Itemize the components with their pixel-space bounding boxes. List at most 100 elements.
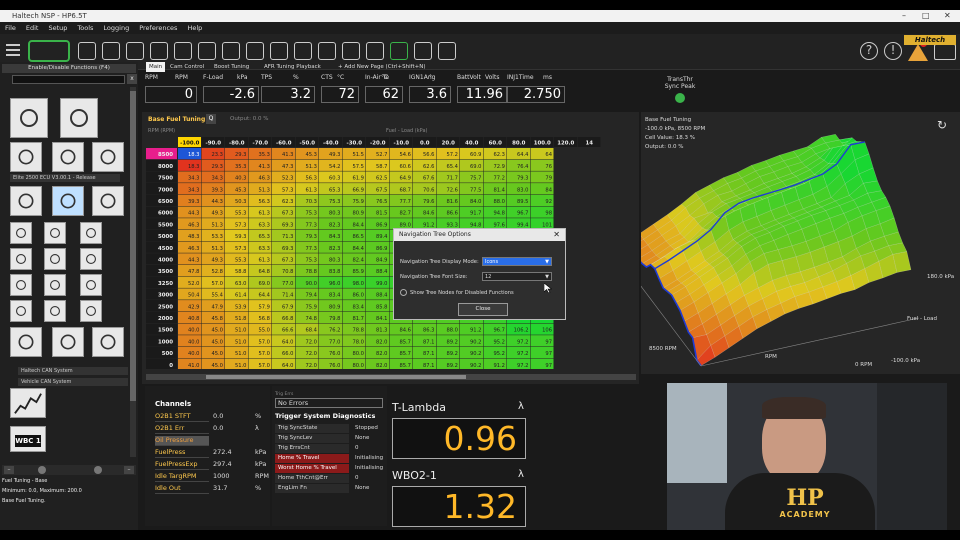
table-cell[interactable]: 76 — [530, 159, 554, 171]
table-cell[interactable]: 106 — [530, 323, 554, 335]
table-cell[interactable]: 40.8 — [178, 311, 201, 323]
table-cell[interactable]: 91.2 — [483, 358, 507, 369]
table-cell[interactable]: 70.6 — [413, 183, 436, 195]
table-cell[interactable]: 64.4 — [507, 148, 530, 160]
star-icon[interactable] — [60, 98, 98, 138]
table-cell[interactable]: 90.2 — [460, 335, 483, 347]
table-cell[interactable]: 76.0 — [319, 346, 342, 359]
table-cell[interactable]: 51.5 — [342, 148, 366, 160]
check-gear-icon[interactable] — [10, 274, 32, 296]
table-cell[interactable]: 35.3 — [248, 148, 272, 160]
table-cell[interactable]: 69.3 — [272, 218, 295, 230]
table-cell[interactable]: 63.3 — [248, 241, 272, 253]
table-cell[interactable]: 57.9 — [248, 300, 272, 312]
sensor-icon[interactable] — [10, 300, 32, 322]
refresh-icon[interactable]: ↻ — [937, 118, 947, 132]
minimize-button[interactable]: – — [902, 10, 906, 22]
table-cell[interactable]: 78.0 — [342, 335, 366, 347]
table-cell[interactable]: 34.3 — [201, 171, 225, 183]
channel-o2b1-err[interactable]: O2B1 Err 0.0 λ — [155, 424, 270, 435]
lambda-sum-icon[interactable] — [80, 248, 102, 270]
table-cell[interactable]: 49.3 — [201, 206, 225, 218]
table-cell[interactable]: 71.3 — [272, 229, 295, 242]
column-header[interactable]: 80.0 — [507, 137, 530, 147]
table-cell[interactable]: 51.3 — [248, 183, 272, 195]
table-cell[interactable]: 96.0 — [319, 276, 342, 288]
table-cell[interactable]: 65.3 — [319, 183, 342, 195]
row-header[interactable]: 5500 — [146, 218, 177, 230]
column-header[interactable]: 14 — [577, 137, 601, 147]
table-cell[interactable]: 90.2 — [460, 358, 483, 369]
table-cell[interactable]: 44.3 — [178, 206, 201, 218]
table-cell[interactable]: 77.2 — [483, 171, 507, 183]
table-cell[interactable]: 54.6 — [389, 148, 413, 160]
table-cell[interactable]: 77.5 — [460, 183, 483, 195]
column-header[interactable]: 100.0 — [530, 137, 554, 147]
table-cell[interactable]: 91.2 — [460, 323, 483, 335]
table-cell[interactable]: 51.0 — [225, 323, 248, 335]
table-cell[interactable]: 34.3 — [178, 183, 201, 195]
open-folder-icon[interactable] — [126, 42, 144, 60]
table-cell[interactable]: 88.4 — [366, 265, 389, 277]
table-cell[interactable]: 49.3 — [319, 148, 342, 160]
row-header[interactable]: 4000 — [146, 253, 177, 265]
row-header[interactable]: 3500 — [146, 265, 177, 277]
tab-afr-tuning-playback[interactable]: AFR Tuning Playback — [264, 62, 321, 72]
table-cell[interactable]: 80.0 — [342, 346, 366, 359]
pager-next-icon[interactable] — [94, 466, 102, 474]
table-cell[interactable]: 79 — [530, 171, 554, 183]
key-icon[interactable] — [366, 42, 384, 60]
table-cell[interactable]: 64.4 — [248, 288, 272, 300]
table-cell[interactable]: 58.7 — [366, 159, 389, 171]
row-header[interactable]: 2000 — [146, 311, 177, 323]
table-cell[interactable]: 90.0 — [295, 276, 319, 288]
table-cell[interactable]: 84.0 — [460, 194, 483, 206]
table-cell[interactable]: 56.8 — [248, 311, 272, 323]
column-header[interactable]: 0.0 — [413, 137, 436, 147]
row-header[interactable]: 7500 — [146, 171, 177, 183]
settings-icon[interactable] — [438, 42, 456, 60]
table-cell[interactable]: 63.0 — [225, 276, 248, 288]
table-cell[interactable]: 51.0 — [225, 346, 248, 359]
column-header[interactable]: 120.0 — [554, 137, 577, 147]
navigation-search-input[interactable] — [12, 75, 125, 84]
gauge-cts[interactable]: CTS °C 72 — [321, 74, 359, 112]
table-cell[interactable]: 82.0 — [366, 346, 389, 359]
table-cell[interactable]: 45.0 — [201, 323, 225, 335]
tab-main[interactable]: Main — [146, 62, 166, 72]
table-cell[interactable]: 98 — [530, 206, 554, 218]
table-cell[interactable]: 61.3 — [248, 253, 272, 265]
table-cell[interactable]: 66.6 — [272, 323, 295, 335]
table-cell[interactable]: 87.1 — [413, 358, 436, 369]
download-icon[interactable] — [414, 42, 432, 60]
column-header[interactable]: -90.0 — [201, 137, 225, 147]
table-cell[interactable]: 23.3 — [201, 148, 225, 160]
column-header[interactable]: -70.0 — [248, 137, 272, 147]
trigger-home-tthcnt-err[interactable]: Home TthCnt@Err 0 — [275, 474, 385, 483]
table-cell[interactable]: 60.9 — [460, 148, 483, 160]
gauge-ign1ang[interactable]: IGN1Ang ° 3.6 — [409, 74, 451, 112]
table-cell[interactable]: 67.5 — [366, 183, 389, 195]
table-cell[interactable]: 66.0 — [272, 346, 295, 359]
table-cell[interactable]: 71.7 — [436, 171, 460, 183]
table-cell[interactable]: 61.9 — [342, 171, 366, 183]
table-cell[interactable]: 106.2 — [507, 323, 530, 335]
table-cell[interactable]: 85.7 — [389, 358, 413, 369]
channel-idle-out[interactable]: Idle Out 31.7 % — [155, 484, 270, 495]
column-header[interactable]: -20.0 — [366, 137, 389, 147]
table-cell[interactable]: 63.3 — [248, 218, 272, 230]
table-cell[interactable]: 40.0 — [178, 346, 201, 359]
wrench-icon[interactable] — [342, 42, 360, 60]
pager-minus-button[interactable]: – — [4, 466, 14, 474]
table-cell[interactable]: 41.0 — [178, 358, 201, 369]
pager-plus-button[interactable]: – — [124, 466, 134, 474]
table-cell[interactable]: 95.2 — [483, 335, 507, 347]
table-cell[interactable]: 85.9 — [342, 265, 366, 277]
table-cell[interactable]: 97 — [530, 346, 554, 359]
table-cell[interactable]: 83.0 — [507, 183, 530, 195]
table-cell[interactable]: 40.0 — [178, 335, 201, 347]
table-cell[interactable]: 80.3 — [319, 253, 342, 265]
table-cell[interactable]: 96.7 — [507, 206, 530, 218]
maximize-button[interactable]: □ — [922, 10, 930, 22]
table-cell[interactable]: 51.3 — [201, 218, 225, 230]
